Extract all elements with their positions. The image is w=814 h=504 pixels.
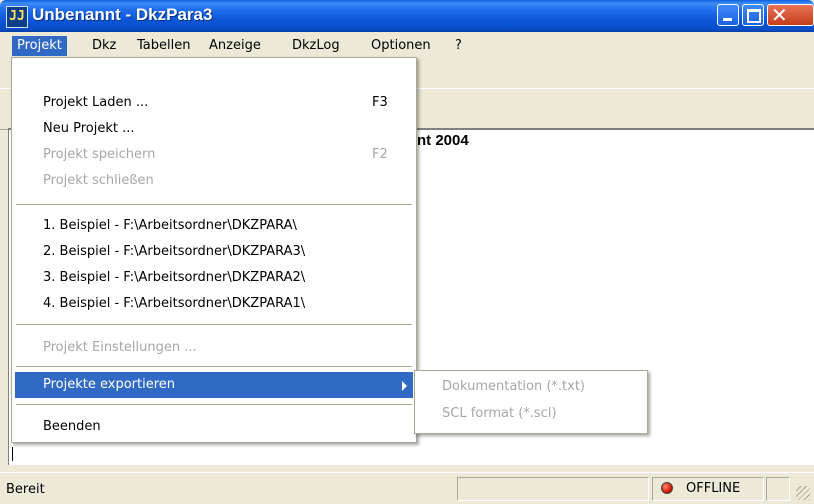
menu-item-beenden[interactable]: Beenden <box>15 414 413 440</box>
status-pane <box>457 477 649 501</box>
menu-item-projekt-einstellungen: Projekt Einstellungen ... <box>15 335 413 361</box>
menu-item-label: Projekt Laden ... <box>43 95 149 110</box>
menu-separator <box>16 324 412 325</box>
menu-item-shortcut: F2 <box>372 147 388 162</box>
minimize-button[interactable] <box>717 4 739 26</box>
menu-anzeige[interactable]: Anzeige <box>204 36 266 56</box>
submenu-item-scl-format: SCL format (*.scl) <box>442 406 557 421</box>
menu-item-label: 3. Beispiel - F:\Arbeitsordner\DKZPARA2\ <box>43 270 306 285</box>
close-button[interactable]: ✕ <box>767 3 814 27</box>
menu-separator <box>16 366 412 367</box>
menu-separator <box>16 404 412 405</box>
submenu-arrow-icon <box>402 381 407 391</box>
menu-help[interactable]: ? <box>450 36 467 56</box>
menu-item-label: Projekt schließen <box>43 173 154 188</box>
menu-item-recent-2[interactable]: 2. Beispiel - F:\Arbeitsordner\DKZPARA3\ <box>15 239 413 265</box>
projekt-menu: Projekt Laden ... F3 Neu Projekt ... Pro… <box>11 57 417 443</box>
menu-item-label: 2. Beispiel - F:\Arbeitsordner\DKZPARA3\ <box>43 244 306 259</box>
submenu-item-dokumentation: Dokumentation (*.txt) <box>442 379 585 394</box>
menu-item-label: Projekt speichern <box>43 147 156 162</box>
menu-dkz[interactable]: Dkz <box>87 36 121 56</box>
menu-item-label: Beenden <box>43 419 101 434</box>
document-text: nt 2004 <box>417 132 469 149</box>
title-bar: JJ Unbenannt - DkzPara3 ✕ <box>0 0 814 32</box>
menu-dkzlog[interactable]: DkzLog <box>287 36 345 56</box>
text-caret <box>12 447 13 461</box>
export-submenu: Dokumentation (*.txt) SCL format (*.scl) <box>414 370 648 434</box>
status-pane-small <box>766 477 790 501</box>
menu-bar: Projekt Dkz Tabellen Anzeige DkzLog Opti… <box>0 32 814 58</box>
menu-optionen[interactable]: Optionen <box>366 36 436 56</box>
app-icon: JJ <box>6 6 28 28</box>
menu-item-neu-projekt[interactable]: Neu Projekt ... <box>15 116 413 142</box>
maximize-button[interactable] <box>742 4 764 26</box>
close-icon: ✕ <box>771 3 788 27</box>
menu-item-shortcut: F3 <box>372 95 388 110</box>
offline-led-icon <box>661 482 673 494</box>
menu-item-recent-3[interactable]: 3. Beispiel - F:\Arbeitsordner\DKZPARA2\ <box>15 265 413 291</box>
window-title: Unbenannt - DkzPara3 <box>32 5 213 24</box>
menu-item-label: 4. Beispiel - F:\Arbeitsordner\DKZPARA1\ <box>43 296 306 311</box>
menu-item-recent-4[interactable]: 4. Beispiel - F:\Arbeitsordner\DKZPARA1\ <box>15 291 413 317</box>
connection-status: OFFLINE <box>686 481 741 496</box>
menu-item-recent-1[interactable]: 1. Beispiel - F:\Arbeitsordner\DKZPARA\ <box>15 213 413 239</box>
menu-separator <box>16 204 412 205</box>
menu-item-projekt-speichern: Projekt speichern F2 <box>15 142 413 168</box>
menu-item-label: Projekt Einstellungen ... <box>43 340 197 355</box>
menu-item-projekt-schliessen: Projekt schließen <box>15 168 413 194</box>
menu-projekt[interactable]: Projekt <box>12 36 67 56</box>
menu-item-label: Neu Projekt ... <box>43 121 135 136</box>
menu-item-label: Projekte exportieren <box>43 377 176 392</box>
menu-item-projekte-exportieren[interactable]: Projekte exportieren <box>15 372 413 398</box>
menu-item-projekt-laden[interactable]: Projekt Laden ... F3 <box>15 90 413 116</box>
menu-tabellen[interactable]: Tabellen <box>132 36 195 56</box>
status-text: Bereit <box>6 482 45 497</box>
menu-item-label: 1. Beispiel - F:\Arbeitsordner\DKZPARA\ <box>43 218 297 233</box>
resize-grip-icon[interactable] <box>796 486 810 500</box>
